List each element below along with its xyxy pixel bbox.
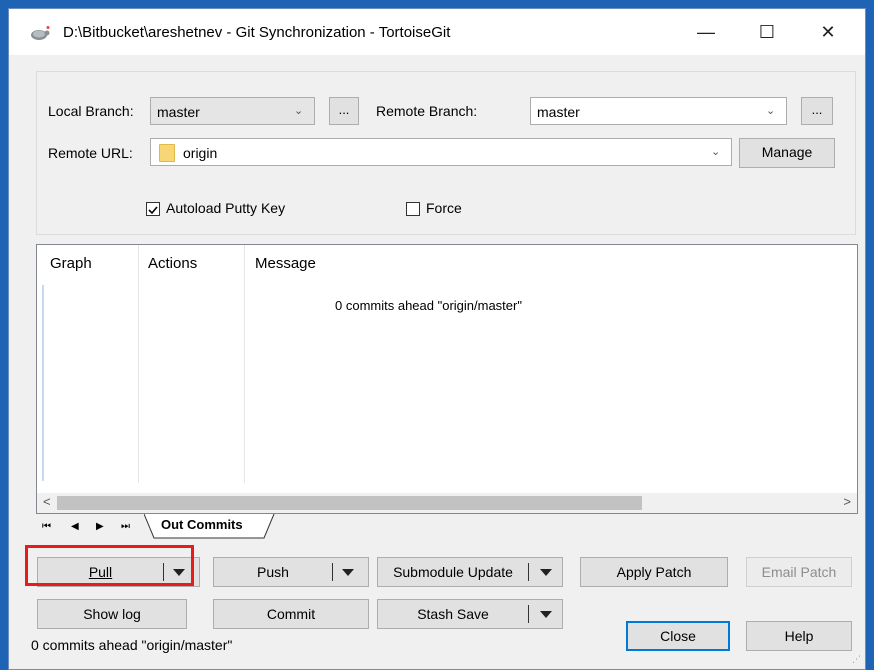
submodule-dropdown-icon[interactable]: [536, 558, 556, 586]
remote-url-combo[interactable]: origin ⌄: [150, 138, 732, 166]
local-branch-combo[interactable]: master ⌄: [150, 97, 315, 125]
email-patch-button: Email Patch: [746, 557, 852, 587]
commits-list[interactable]: Graph Actions Message 0 commits ahead "o…: [36, 244, 858, 514]
remote-branch-label: Remote Branch:: [376, 103, 478, 119]
branch-settings-panel: Local Branch: master ⌄ ... Remote Branch…: [36, 71, 856, 235]
pull-highlight-box: [25, 545, 194, 586]
commit-button[interactable]: Commit: [213, 599, 369, 629]
stash-dropdown-icon[interactable]: [536, 600, 556, 628]
remote-branch-browse-button[interactable]: ...: [801, 97, 833, 125]
split-divider: [332, 563, 333, 581]
remote-branch-combo[interactable]: master ⌄: [530, 97, 787, 125]
title-bar: D:\Bitbucket\areshetnev - Git Synchroniz…: [9, 9, 865, 55]
horizontal-scrollbar[interactable]: < >: [37, 493, 857, 513]
chevron-down-icon: ⌄: [294, 105, 304, 117]
push-button[interactable]: Push: [213, 557, 369, 587]
list-empty-message: 0 commits ahead "origin/master": [335, 298, 522, 313]
column-divider: [138, 245, 139, 483]
close-button[interactable]: Close: [626, 621, 730, 651]
submodule-update-button[interactable]: Submodule Update: [377, 557, 563, 587]
local-branch-label: Local Branch:: [48, 103, 134, 119]
autoload-putty-key-checkbox[interactable]: [146, 202, 160, 216]
scrollbar-thumb[interactable]: [57, 496, 642, 510]
stash-save-button[interactable]: Stash Save: [377, 599, 563, 629]
scroll-left-icon[interactable]: <: [43, 494, 51, 509]
push-dropdown-icon[interactable]: [338, 558, 358, 586]
tab-out-commits[interactable]: Out Commits: [161, 517, 243, 532]
first-tab-icon[interactable]: ⏮: [42, 521, 51, 532]
close-window-button[interactable]: ✕: [805, 9, 851, 55]
window-title: D:\Bitbucket\areshetnev - Git Synchroniz…: [63, 24, 451, 41]
minimize-button[interactable]: —: [683, 9, 729, 55]
maximize-button[interactable]: ☐: [744, 9, 790, 55]
force-checkbox[interactable]: [406, 202, 420, 216]
apply-patch-button[interactable]: Apply Patch: [580, 557, 728, 587]
column-header-graph[interactable]: Graph: [50, 255, 92, 272]
push-button-label: Push: [257, 564, 289, 580]
next-tab-icon[interactable]: ▶: [96, 521, 104, 532]
last-tab-icon[interactable]: ⏭: [121, 521, 130, 532]
column-divider: [244, 245, 245, 483]
tortoisegit-icon: [31, 26, 50, 40]
remote-branch-value: master: [537, 104, 580, 120]
split-divider: [528, 563, 529, 581]
column-header-message[interactable]: Message: [255, 255, 316, 272]
tab-strip: ⏮ ◀ ▶ ⏭ Out Commits: [36, 514, 858, 540]
help-button[interactable]: Help: [746, 621, 852, 651]
status-text: 0 commits ahead "origin/master": [31, 637, 233, 653]
local-branch-browse-button[interactable]: ...: [329, 97, 359, 125]
show-log-button[interactable]: Show log: [37, 599, 187, 629]
manage-button[interactable]: Manage: [739, 138, 835, 168]
split-divider: [528, 605, 529, 623]
scroll-right-icon[interactable]: >: [843, 494, 851, 509]
local-branch-value: master: [157, 104, 200, 120]
stash-save-label: Stash Save: [417, 606, 489, 622]
remote-url-value: origin: [183, 145, 218, 161]
force-label[interactable]: Force: [426, 200, 462, 216]
autoload-putty-key-label[interactable]: Autoload Putty Key: [166, 200, 285, 216]
resize-grip-icon[interactable]: ⋰: [852, 654, 861, 665]
prev-tab-icon[interactable]: ◀: [71, 521, 79, 532]
folder-icon: [159, 144, 175, 162]
graph-line: [42, 285, 44, 481]
chevron-down-icon: ⌄: [766, 105, 776, 117]
chevron-down-icon: ⌄: [711, 146, 721, 158]
submodule-update-label: Submodule Update: [393, 564, 513, 580]
check-icon: [148, 206, 158, 215]
remote-url-label: Remote URL:: [48, 145, 133, 161]
column-header-actions[interactable]: Actions: [148, 255, 197, 272]
